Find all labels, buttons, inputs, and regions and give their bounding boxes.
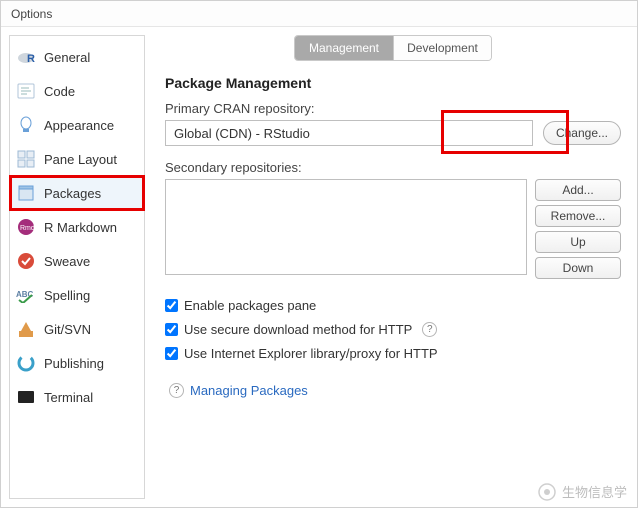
- sidebar-item-label: R Markdown: [44, 220, 117, 235]
- sidebar-item-label: Sweave: [44, 254, 90, 269]
- check-ie-proxy-box[interactable]: [165, 347, 178, 360]
- main-panel: Management Development Package Managemen…: [145, 27, 637, 507]
- sidebar-item-label: Packages: [44, 186, 101, 201]
- sidebar-item-label: Git/SVN: [44, 322, 91, 337]
- window-title: Options: [1, 1, 637, 27]
- svg-text:ABC: ABC: [16, 290, 34, 299]
- svg-text:R: R: [27, 53, 35, 65]
- primary-repo-label: Primary CRAN repository:: [165, 101, 621, 116]
- spelling-icon: ABC: [16, 285, 36, 305]
- sidebar-item-packages[interactable]: Packages: [10, 176, 144, 210]
- sidebar-item-label: Code: [44, 84, 75, 99]
- secondary-repo-label: Secondary repositories:: [165, 160, 621, 175]
- check-label: Use Internet Explorer library/proxy for …: [184, 346, 438, 361]
- r-logo-icon: R: [16, 47, 36, 67]
- help-icon[interactable]: ?: [169, 383, 184, 398]
- add-button[interactable]: Add...: [535, 179, 621, 201]
- sidebar-item-code[interactable]: Code: [10, 74, 144, 108]
- primary-repo-input[interactable]: [165, 120, 533, 146]
- sidebar-item-label: Terminal: [44, 390, 93, 405]
- remove-button[interactable]: Remove...: [535, 205, 621, 227]
- git-icon: [16, 319, 36, 339]
- sidebar-item-rmarkdown[interactable]: Rmd R Markdown: [10, 210, 144, 244]
- pane-layout-icon: [16, 149, 36, 169]
- sidebar-item-label: Appearance: [44, 118, 114, 133]
- sidebar-item-appearance[interactable]: Appearance: [10, 108, 144, 142]
- code-icon: [16, 81, 36, 101]
- help-icon[interactable]: ?: [422, 322, 437, 337]
- check-secure-http[interactable]: Use secure download method for HTTP ?: [165, 317, 621, 341]
- sidebar-item-pane-layout[interactable]: Pane Layout: [10, 142, 144, 176]
- tab-development[interactable]: Development: [393, 36, 491, 60]
- sidebar-item-gitsvn[interactable]: Git/SVN: [10, 312, 144, 346]
- check-enable-pane-box[interactable]: [165, 299, 178, 312]
- sidebar-item-publishing[interactable]: Publishing: [10, 346, 144, 380]
- check-enable-pane[interactable]: Enable packages pane: [165, 293, 621, 317]
- section-heading: Package Management: [165, 75, 621, 91]
- sidebar-item-label: General: [44, 50, 90, 65]
- appearance-icon: [16, 115, 36, 135]
- secondary-repo-listbox[interactable]: [165, 179, 527, 275]
- rmarkdown-icon: Rmd: [16, 217, 36, 237]
- sidebar-item-label: Publishing: [44, 356, 104, 371]
- check-label: Use secure download method for HTTP: [184, 322, 412, 337]
- sidebar-item-label: Pane Layout: [44, 152, 117, 167]
- check-ie-proxy[interactable]: Use Internet Explorer library/proxy for …: [165, 341, 621, 365]
- sweave-icon: [16, 251, 36, 271]
- change-button[interactable]: Change...: [543, 121, 621, 145]
- down-button[interactable]: Down: [535, 257, 621, 279]
- sidebar: R General Code Appearance P: [9, 35, 145, 499]
- sidebar-item-general[interactable]: R General: [10, 40, 144, 74]
- tab-bar: Management Development: [165, 35, 621, 61]
- packages-icon: [16, 183, 36, 203]
- sidebar-item-terminal[interactable]: Terminal: [10, 380, 144, 414]
- up-button[interactable]: Up: [535, 231, 621, 253]
- check-secure-http-box[interactable]: [165, 323, 178, 336]
- sidebar-item-label: Spelling: [44, 288, 90, 303]
- sidebar-item-sweave[interactable]: Sweave: [10, 244, 144, 278]
- managing-packages-link[interactable]: Managing Packages: [190, 383, 308, 398]
- sidebar-item-spelling[interactable]: ABC Spelling: [10, 278, 144, 312]
- terminal-icon: [16, 387, 36, 407]
- svg-text:Rmd: Rmd: [20, 225, 35, 232]
- publishing-icon: [16, 353, 36, 373]
- check-label: Enable packages pane: [184, 298, 316, 313]
- tab-management[interactable]: Management: [295, 36, 393, 60]
